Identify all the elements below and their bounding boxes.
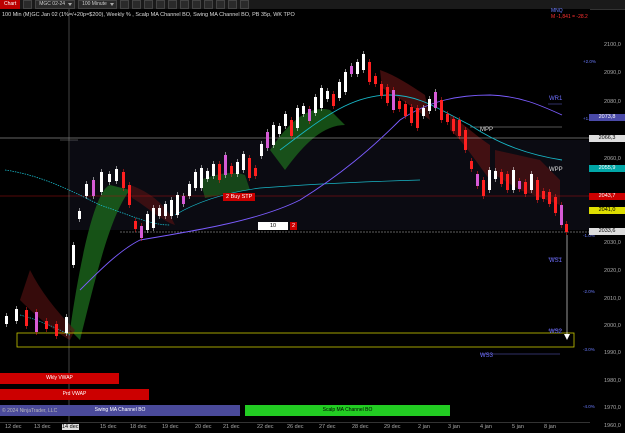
percent-label: -2.0%	[583, 289, 595, 294]
time-axis-label: 5 jan	[512, 424, 524, 430]
toolbar-button[interactable]	[167, 0, 177, 9]
time-axis-label: 20 dec	[195, 424, 212, 430]
scalp-ma-bar: Scalp MA Channel BO	[245, 405, 450, 416]
toolbar-button[interactable]	[203, 0, 213, 9]
percent-label: -3.0%	[583, 347, 595, 352]
time-axis-label: 15 dec	[100, 424, 117, 430]
price-axis-label: 2080,0	[604, 99, 621, 105]
level-label-ws2: WS2	[549, 329, 563, 335]
price-axis-label: 2000,0	[604, 323, 621, 329]
price-tag-wpp: 2055,9	[589, 165, 625, 172]
chart-caption: 100 Min (M)GC Jan 02 (1%=/+20p=$200), We…	[2, 12, 295, 18]
position-close-button[interactable]: 2	[290, 222, 297, 230]
price-tag-position: 2033,6	[589, 228, 625, 235]
price-axis-label: 2060,0	[604, 156, 621, 162]
percent-label: +2.0%	[583, 59, 596, 64]
time-axis-label: 29 dec	[384, 424, 401, 430]
wkly-vwap-bar: Wkly VWAP	[0, 373, 119, 384]
level-label-ws3: WS3	[480, 353, 494, 359]
toolbar-button[interactable]	[239, 0, 249, 9]
time-axis-label: 21 dec	[223, 424, 240, 430]
toolbar-button[interactable]	[179, 0, 189, 9]
time-axis[interactable]: 12 dec 13 dec 14 dec 15 dec 18 dec 19 de…	[0, 422, 590, 433]
time-axis-label: 12 dec	[5, 424, 22, 430]
time-axis-label: 26 dec	[287, 424, 304, 430]
time-axis-label: 2 jan	[418, 424, 430, 430]
toolbar-button[interactable]	[227, 0, 237, 9]
price-tag-signal: 2041,0	[589, 207, 625, 214]
percent-label: -4.0%	[583, 404, 595, 409]
instrument-selector[interactable]: MGC 02-24	[35, 0, 76, 9]
time-axis-label: 4 jan	[480, 424, 492, 430]
price-tag-wr1: 2073,8	[589, 114, 625, 121]
price-axis-label: 2020,0	[604, 268, 621, 274]
time-axis-label: 8 jan	[544, 424, 556, 430]
time-axis-label: 28 dec	[352, 424, 369, 430]
interval-selector[interactable]: 100 Minute	[78, 0, 117, 9]
price-axis-label: 1980,0	[604, 378, 621, 384]
toolbar-button[interactable]	[131, 0, 141, 9]
price-tag-mpp: 2066,3	[589, 135, 625, 142]
chart-tab[interactable]: Chart	[0, 0, 21, 9]
toolbar-button[interactable]	[191, 0, 201, 9]
time-axis-label: 22 dec	[257, 424, 274, 430]
toolbar-button[interactable]	[119, 0, 129, 9]
toolbar-button[interactable]	[23, 0, 33, 9]
time-axis-label: 3 jan	[448, 424, 460, 430]
price-axis-label: 1970,0	[604, 405, 621, 411]
time-axis-label: 13 dec	[34, 424, 51, 430]
level-label-wpp: WPP	[549, 167, 563, 173]
toolbar-button[interactable]	[143, 0, 153, 9]
time-axis-label: 14 dec	[62, 424, 79, 430]
price-chart[interactable]	[0, 9, 590, 422]
corner-pnl: M -1,841 = -28.2	[551, 14, 588, 20]
prd-vwap-bar: Prd VWAP	[0, 389, 149, 400]
price-axis-label: 2100,0	[604, 42, 621, 48]
price-axis-label: 2090,0	[604, 70, 621, 76]
price-axis-label: 2010,0	[604, 296, 621, 302]
toolbar-button[interactable]	[215, 0, 225, 9]
time-axis-label: 18 dec	[130, 424, 147, 430]
price-tag-last: 2043,7	[589, 193, 625, 200]
level-label-ws1: WS1	[549, 258, 563, 264]
position-quantity[interactable]: 10	[258, 222, 288, 230]
price-axis-label: 1990,0	[604, 350, 621, 356]
buy-stop-order[interactable]: 2 Buy STP	[223, 193, 256, 201]
copyright: © 2024 NinjaTrader, LLC	[2, 408, 58, 414]
toolbar-button[interactable]	[155, 0, 165, 9]
time-axis-label: 27 dec	[319, 424, 336, 430]
level-label-mpp: MPP	[480, 127, 494, 133]
level-label-wr1: WR1	[549, 96, 563, 102]
price-axis-label: 2030,0	[604, 240, 621, 246]
price-axis-label: 1960,0	[604, 423, 621, 429]
time-axis-label: 19 dec	[162, 424, 179, 430]
